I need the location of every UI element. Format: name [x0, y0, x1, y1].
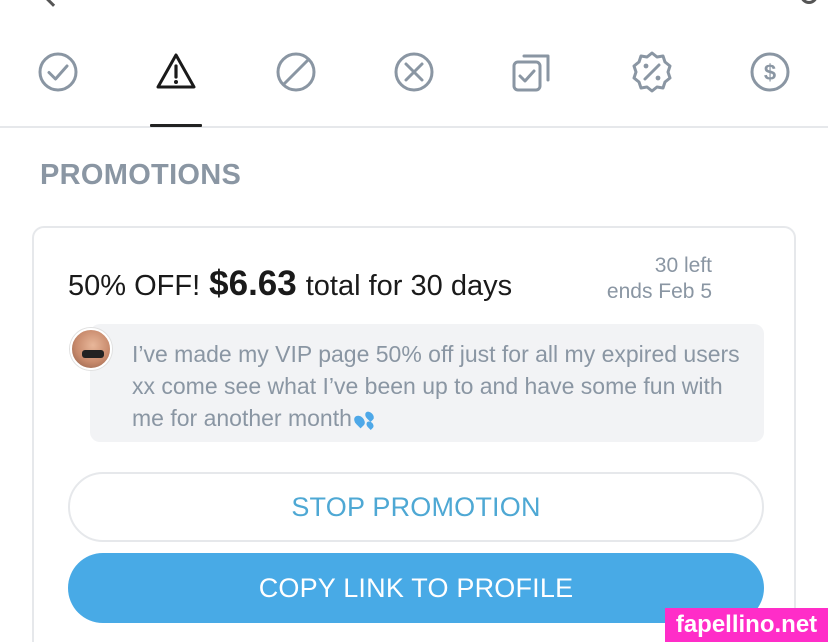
- promotion-duration: total for 30 days: [305, 270, 513, 302]
- tab-blocked[interactable]: [256, 36, 336, 126]
- promotion-message: I’ve made my VIP page 50% off just for a…: [90, 324, 764, 442]
- back-arrow-icon[interactable]: [43, 0, 63, 7]
- tab-copied[interactable]: [492, 36, 572, 126]
- search-icon[interactable]: [800, 0, 818, 4]
- tab-discount[interactable]: [612, 36, 692, 126]
- promotion-meta: 30 left ends Feb 5: [607, 253, 712, 305]
- warning-triangle-icon: [156, 53, 196, 89]
- watermark: fapellino.net: [665, 608, 828, 642]
- promotion-price: $6.63: [209, 264, 297, 303]
- top-bar-remnant: [0, 0, 828, 8]
- promotion-card: 50% OFF! $6.63 total for 30 days 30 left…: [32, 226, 796, 642]
- tab-cancelled[interactable]: [374, 36, 454, 126]
- remaining-count: 30 left: [654, 254, 712, 277]
- svg-text:$: $: [764, 60, 776, 85]
- section-title: PROMOTIONS: [40, 159, 242, 191]
- promotion-headline: 50% OFF! $6.63 total for 30 days: [68, 264, 512, 304]
- copy-link-button[interactable]: COPY LINK TO PROFILE: [68, 553, 764, 623]
- avatar[interactable]: [70, 328, 112, 370]
- check-circle-icon: [38, 52, 78, 92]
- message-text: I’ve made my VIP page 50% off just for a…: [132, 341, 740, 431]
- discount-label: 50% OFF!: [68, 270, 201, 302]
- cancel-circle-icon: [394, 52, 434, 92]
- tab-active-check[interactable]: [18, 36, 98, 126]
- tab-warning[interactable]: [136, 36, 216, 127]
- stop-promotion-button[interactable]: STOP PROMOTION: [68, 472, 764, 542]
- discount-badge-icon: [632, 51, 672, 93]
- promotion-tabs: $: [0, 36, 828, 128]
- copy-check-icon: [512, 54, 550, 92]
- end-date: ends Feb 5: [606, 280, 712, 303]
- tab-paid[interactable]: $: [730, 36, 810, 126]
- dollar-circle-icon: $: [750, 52, 790, 92]
- blocked-icon: [276, 52, 316, 92]
- sweat-droplets-icon: [351, 409, 378, 430]
